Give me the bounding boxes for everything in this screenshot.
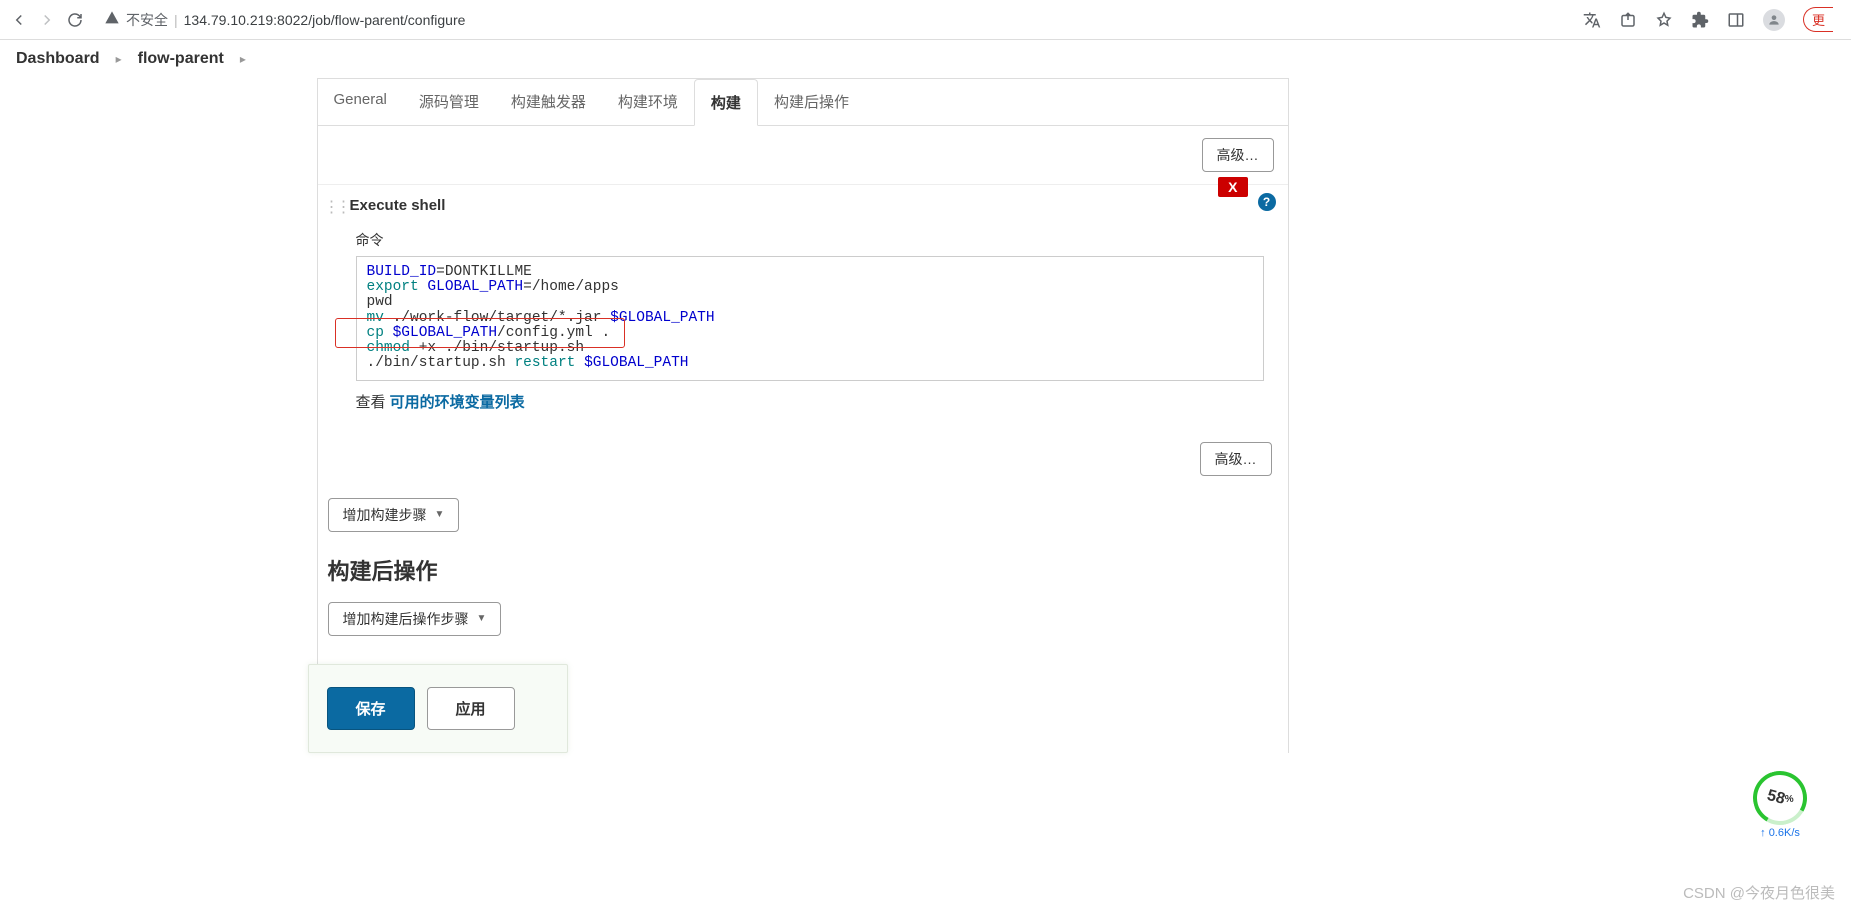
caret-down-icon: ▼ [477, 613, 487, 624]
address-bar[interactable]: 不安全 | 134.79.10.219:8022/job/flow-parent… [94, 6, 1573, 34]
caret-down-icon: ▼ [435, 509, 445, 520]
shell-command-textarea[interactable]: BUILD_ID=DONTKILLME export GLOBAL_PATH=/… [356, 256, 1264, 381]
tab-build[interactable]: 构建 [694, 79, 758, 126]
profile-avatar-icon[interactable] [1763, 9, 1785, 31]
post-build-heading: 构建后操作 [318, 540, 1288, 594]
share-icon[interactable] [1619, 11, 1637, 29]
side-panel-icon[interactable] [1727, 11, 1745, 29]
tab-postbuild[interactable]: 构建后操作 [758, 79, 865, 125]
translate-icon[interactable] [1583, 11, 1601, 29]
security-label: 不安全 [126, 10, 168, 30]
drag-handle-icon[interactable] [324, 197, 340, 213]
config-tabs: General 源码管理 构建触发器 构建环境 构建 构建后操作 [318, 79, 1288, 126]
env-vars-hint: 查看 可用的环境变量列表 [334, 381, 1272, 412]
breadcrumb: Dashboard ▸ flow-parent ▸ [0, 40, 1851, 78]
url-text: 134.79.10.219:8022/job/flow-parent/confi… [184, 12, 466, 28]
insecure-icon [104, 10, 120, 29]
chevron-right-icon: ▸ [116, 52, 122, 66]
action-bar: 保存 应用 [308, 664, 568, 753]
speed-widget: 58% ↑ 0.6K/s [1753, 771, 1807, 839]
extensions-icon[interactable] [1691, 11, 1709, 29]
command-label: 命令 [334, 230, 1272, 250]
chevron-right-icon: ▸ [240, 52, 246, 66]
help-icon[interactable]: ? [1258, 193, 1276, 211]
breadcrumb-dashboard[interactable]: Dashboard [16, 50, 100, 68]
upload-arrow-icon: ↑ [1760, 827, 1766, 839]
add-build-step-dropdown[interactable]: 增加构建步骤 ▼ [328, 498, 460, 532]
advanced-button-top[interactable]: 高级… [1202, 138, 1274, 172]
env-vars-link[interactable]: 可用的环境变量列表 [390, 394, 525, 411]
reload-icon[interactable] [66, 11, 84, 29]
execute-shell-title: Execute shell [334, 197, 1272, 214]
tab-triggers[interactable]: 构建触发器 [495, 79, 602, 125]
breadcrumb-job[interactable]: flow-parent [138, 50, 224, 68]
add-post-build-step-dropdown[interactable]: 增加构建后操作步骤 ▼ [328, 602, 502, 636]
save-button[interactable]: 保存 [327, 687, 415, 730]
advanced-button-bottom[interactable]: 高级… [1200, 442, 1272, 476]
speed-rate: ↑ 0.6K/s [1753, 827, 1807, 839]
bookmark-star-icon[interactable] [1655, 11, 1673, 29]
back-icon[interactable] [10, 11, 28, 29]
forward-icon[interactable] [38, 11, 56, 29]
remove-step-button[interactable]: X [1218, 177, 1247, 197]
browser-toolbar: 不安全 | 134.79.10.219:8022/job/flow-parent… [0, 0, 1851, 40]
apply-button[interactable]: 应用 [427, 687, 515, 730]
tab-env[interactable]: 构建环境 [602, 79, 694, 125]
speed-percent-circle: 58% [1747, 765, 1813, 831]
tab-general[interactable]: General [318, 79, 403, 125]
tab-scm[interactable]: 源码管理 [403, 79, 495, 125]
update-badge[interactable]: 更 [1803, 7, 1833, 32]
watermark: CSDN @今夜月色很美 [1683, 882, 1835, 903]
